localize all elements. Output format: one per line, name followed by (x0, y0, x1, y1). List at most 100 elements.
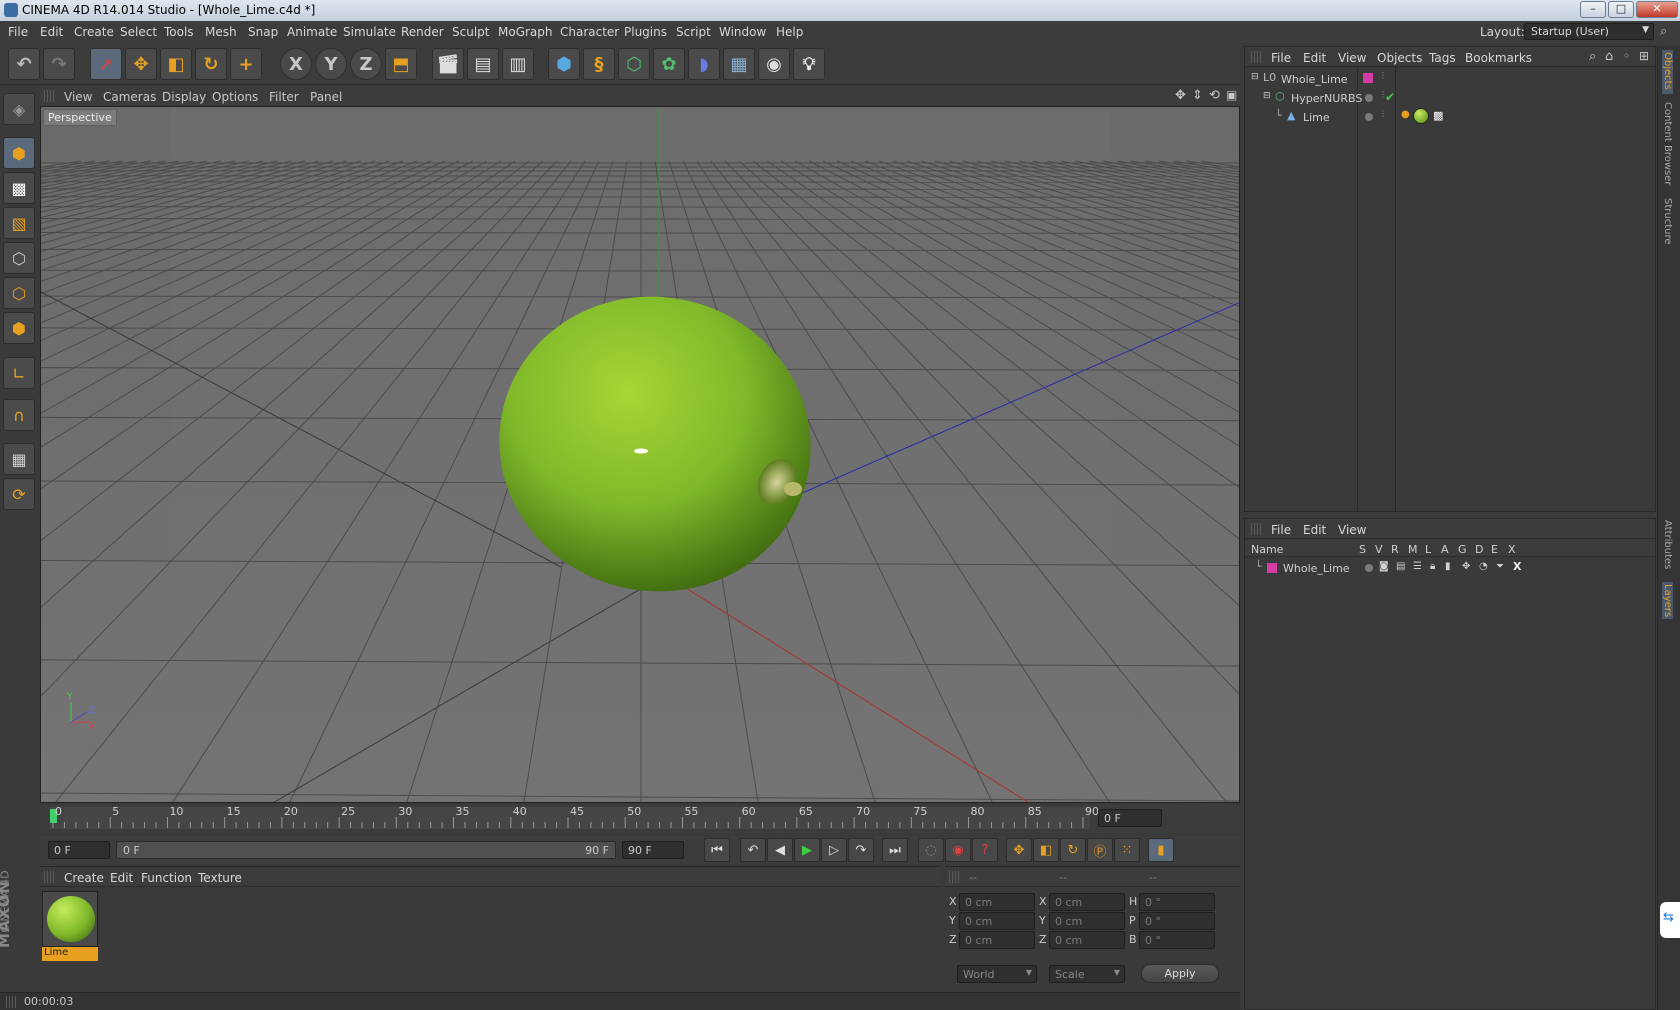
panel-grip[interactable] (1251, 51, 1261, 63)
search-icon[interactable]: ⌕ (1660, 24, 1667, 39)
teamviewer-widget[interactable]: ⇆ (1660, 902, 1680, 938)
home-icon[interactable]: ⌂ (1605, 49, 1613, 64)
object-row-lime[interactable]: └ ▲ Lime ⋮ ● ▩ (1245, 107, 1655, 127)
editor-visibility-dot[interactable] (1365, 94, 1373, 102)
size-mode-select[interactable]: Scale ▼ (1049, 965, 1125, 983)
render-icon[interactable]: ▤ (1396, 561, 1405, 572)
frame-range-slider[interactable]: 0 F 90 F (116, 841, 616, 859)
layer-column-header[interactable]: V (1375, 543, 1383, 556)
obj-menu-view[interactable]: View (1338, 51, 1366, 65)
obj-menu-file[interactable]: File (1271, 51, 1291, 65)
menu-file[interactable]: File (8, 25, 28, 39)
object-row-hypernurbs[interactable]: ⊟ ⬡ HyperNURBS ⋮ ✔ (1245, 88, 1655, 108)
live-selection-button[interactable]: ➚ (90, 48, 122, 80)
tab-structure[interactable]: Structure (1662, 198, 1673, 245)
render-picture-viewer-button[interactable]: ▤ (467, 48, 499, 80)
viewport-menu-panel[interactable]: Panel (310, 90, 342, 104)
coord-value-field[interactable]: 0 ° (1139, 893, 1215, 911)
layout-select[interactable]: Startup (User) ▼ (1524, 23, 1654, 40)
menu-help[interactable]: Help (776, 25, 803, 39)
y-axis-button[interactable]: Y (315, 48, 347, 80)
viewport-menu-options[interactable]: Options (212, 90, 258, 104)
tab-attributes[interactable]: Attributes (1662, 520, 1673, 569)
menu-script[interactable]: Script (676, 25, 711, 39)
polygons-mode-button[interactable]: ⬢ (3, 312, 35, 344)
minimize-button[interactable]: – (1580, 1, 1606, 18)
environment-button[interactable]: ▦ (723, 48, 755, 80)
texture-mode-button[interactable]: ▩ (3, 172, 35, 204)
layer-column-header[interactable]: Name (1251, 543, 1283, 556)
object-row-whole-lime[interactable]: ⊟ L0 Whole_Lime ⋮ (1245, 69, 1655, 89)
menu-snap[interactable]: Snap (248, 25, 278, 39)
undo-button[interactable]: ↶ (8, 48, 40, 80)
lock-icon[interactable]: 🔒︎ (1430, 561, 1435, 572)
edges-mode-button[interactable]: ⬡ (3, 277, 35, 309)
layer-column-header[interactable]: D (1475, 543, 1483, 556)
key-pla-button[interactable]: ⁙ (1114, 838, 1140, 862)
viewport-menu-view[interactable]: View (64, 90, 92, 104)
recent-tool-button[interactable]: + (230, 48, 262, 80)
visibility-dots-icon[interactable]: ⋮ (1379, 71, 1387, 80)
layer-menu-edit[interactable]: Edit (1303, 523, 1326, 537)
layer-column-header[interactable]: E (1491, 543, 1498, 556)
menu-plugins[interactable]: Plugins (624, 25, 667, 39)
layer-column-header[interactable]: G (1458, 543, 1467, 556)
coord-value-field[interactable]: 0 cm (1049, 893, 1125, 911)
material-menu-function[interactable]: Function (141, 871, 192, 885)
rotate-view-icon[interactable]: ⟲ (1209, 88, 1220, 103)
layer-color-swatch[interactable] (1363, 73, 1373, 83)
layer-column-header[interactable]: M (1408, 543, 1418, 556)
layer-column-header[interactable]: L (1425, 543, 1431, 556)
key-scale-button[interactable]: ◧ (1033, 838, 1059, 862)
deformers-icon[interactable]: ◔ (1479, 561, 1488, 572)
go-to-start-button[interactable]: ⏮︎ (704, 838, 730, 862)
panel-grip[interactable] (44, 90, 54, 102)
manager-icon[interactable]: ☰ (1413, 561, 1422, 572)
coord-value-field[interactable]: 0 ° (1139, 931, 1215, 949)
z-axis-button[interactable]: Z (350, 48, 382, 80)
play-button[interactable]: ▶ (794, 838, 820, 862)
coordinate-system-button[interactable]: ⬒ (385, 48, 417, 80)
coord-value-field[interactable]: 0 ° (1139, 912, 1215, 930)
start-frame-field[interactable]: 0 F (48, 841, 110, 859)
key-position-button[interactable]: ✥ (1006, 838, 1032, 862)
coordinate-mode-select[interactable]: World ▼ (957, 965, 1037, 983)
coord-value-field[interactable]: 0 cm (1049, 931, 1125, 949)
deformer-button[interactable]: ◗ (688, 48, 720, 80)
layer-column-header[interactable]: R (1391, 543, 1399, 556)
layer-menu-view[interactable]: View (1338, 523, 1366, 537)
timeline-ruler[interactable]: 0 5 10 15 20 25 30 35 40 45 50 55 60 65 70 75 80 85 90 0 F (40, 805, 1240, 833)
axis-mode-button[interactable]: ∟ (3, 357, 35, 389)
rotate-button[interactable]: ↻ (195, 48, 227, 80)
nurbs-button[interactable]: ⬡ (618, 48, 650, 80)
menu-edit[interactable]: Edit (40, 25, 63, 39)
render-settings-button[interactable]: ▥ (502, 48, 534, 80)
workplane-align-button[interactable]: ⟳ (3, 478, 35, 510)
material-menu-texture[interactable]: Texture (198, 871, 242, 885)
pan-view-icon[interactable]: ✥ (1175, 88, 1186, 103)
layer-column-header[interactable]: S (1359, 543, 1366, 556)
menu-tools[interactable]: Tools (164, 25, 194, 39)
animation-icon[interactable]: ▮ (1445, 561, 1451, 572)
make-editable-button[interactable]: ◈ (3, 93, 35, 125)
autokey-button[interactable]: ◉ (945, 838, 971, 862)
points-mode-button[interactable]: ⬡ (3, 242, 35, 274)
material-tag-icon[interactable] (1413, 108, 1429, 124)
light-button[interactable]: 💡︎ (793, 48, 825, 80)
xref-icon[interactable]: X (1513, 560, 1521, 573)
previous-frame-button[interactable]: ◀ (767, 838, 793, 862)
viewport-menu-display[interactable]: Display (162, 90, 206, 104)
menu-create[interactable]: Create (74, 25, 114, 39)
go-to-end-button[interactable]: ⏭︎ (882, 838, 908, 862)
phong-tag-icon[interactable]: ● (1401, 109, 1410, 120)
layer-menu-file[interactable]: File (1271, 523, 1291, 537)
material-swatch-lime[interactable]: Lime (42, 891, 98, 963)
eye-icon[interactable]: ◙ (1379, 561, 1389, 572)
array-button[interactable]: ✿ (653, 48, 685, 80)
coord-value-field[interactable]: 0 cm (1049, 912, 1125, 930)
keyframe-selection-button[interactable]: ? (972, 838, 998, 862)
tab-layers[interactable]: Layers (1662, 582, 1673, 620)
material-menu-edit[interactable]: Edit (110, 871, 133, 885)
model-mode-button[interactable]: ⬢ (3, 137, 35, 169)
collapse-icon[interactable]: ⊟ (1251, 72, 1259, 82)
